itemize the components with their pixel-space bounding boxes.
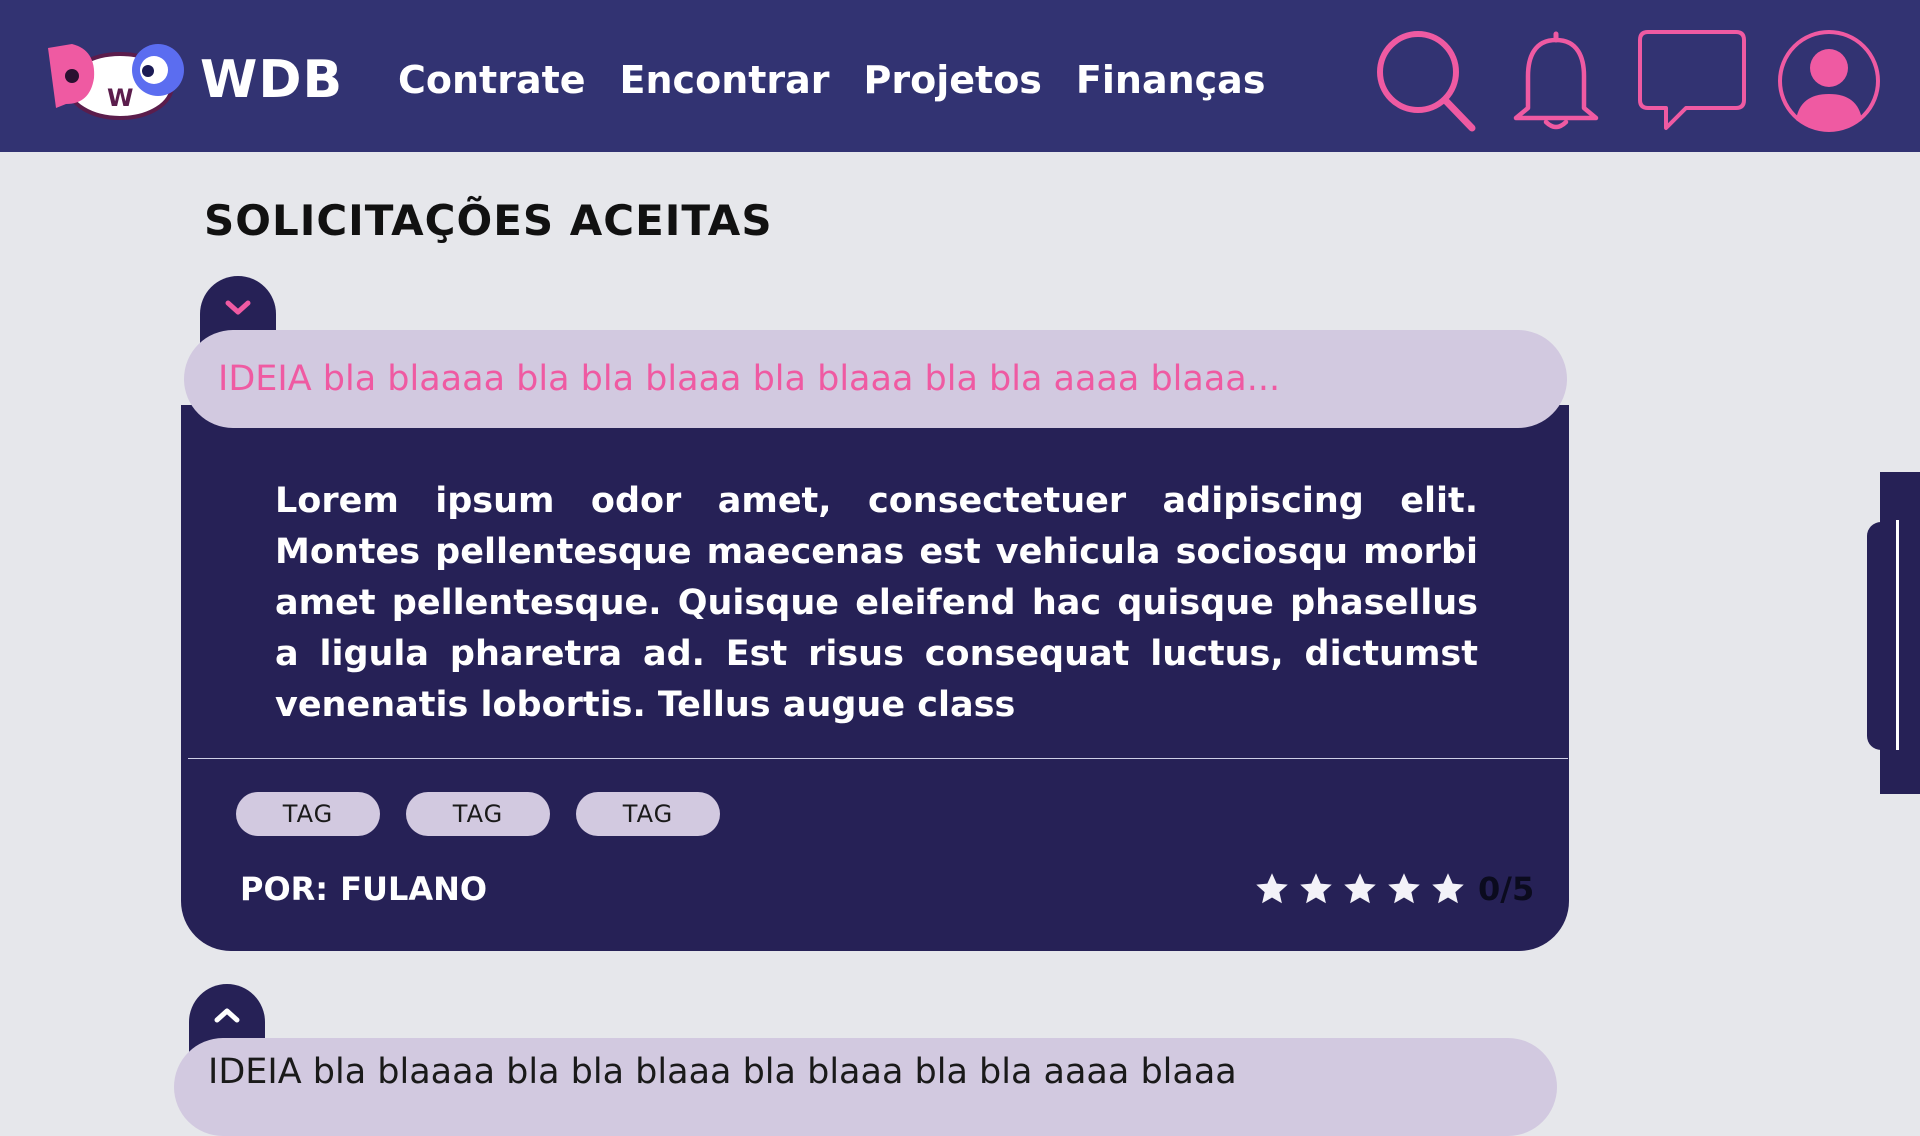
logo-icon[interactable]: W [44,38,194,128]
star-icon[interactable] [1386,871,1422,907]
main-nav: Contrate Encontrar Projetos Finanças [398,58,1265,102]
side-drawer-grip[interactable] [1896,520,1899,750]
star-icon[interactable] [1298,871,1334,907]
tag-list: TAG TAG TAG [236,792,720,836]
nav-projetos[interactable]: Projetos [864,58,1042,102]
author-line: POR: FULANO [240,870,499,908]
author-label: POR: [240,870,329,908]
star-rating: 0/5 [1254,870,1534,908]
tag-chip[interactable]: TAG [236,792,380,836]
bell-icon[interactable] [1508,28,1604,134]
page-title: SOLICITAÇÕES ACEITAS [204,196,773,245]
chevron-up-icon [214,1008,240,1023]
chevron-down-icon [225,300,251,315]
star-icon[interactable] [1254,871,1290,907]
logo-w-letter: W [107,84,133,112]
brand-name: WDB [200,50,344,110]
card-header-2[interactable]: IDEIA bla blaaaa bla bla blaaa bla blaaa… [174,1038,1557,1136]
star-icon[interactable] [1430,871,1466,907]
profile-icon[interactable] [1776,28,1882,134]
nav-contrate[interactable]: Contrate [398,58,586,102]
tag-chip[interactable]: TAG [406,792,550,836]
top-nav-bar: W WDB Contrate Encontrar Projetos Finanç… [0,0,1920,152]
star-icon[interactable] [1342,871,1378,907]
card-description: Lorem ipsum odor amet, consectetuer adip… [275,481,1478,725]
rating-value: 0/5 [1478,870,1535,908]
card-divider [188,758,1568,759]
author-name: FULANO [340,870,488,908]
card-title: IDEIA bla blaaaa bla bla blaaa bla blaaa… [218,359,1281,399]
tag-chip[interactable]: TAG [576,792,720,836]
side-drawer-handle[interactable] [1867,522,1920,750]
nav-encontrar[interactable]: Encontrar [620,58,830,102]
nav-financas[interactable]: Finanças [1076,58,1266,102]
chat-icon[interactable] [1636,28,1748,134]
search-icon[interactable] [1374,28,1478,134]
card-header[interactable]: IDEIA bla blaaaa bla bla blaaa bla blaaa… [184,330,1567,428]
card-title-2: IDEIA bla blaaaa bla bla blaaa bla blaaa… [208,1052,1237,1092]
